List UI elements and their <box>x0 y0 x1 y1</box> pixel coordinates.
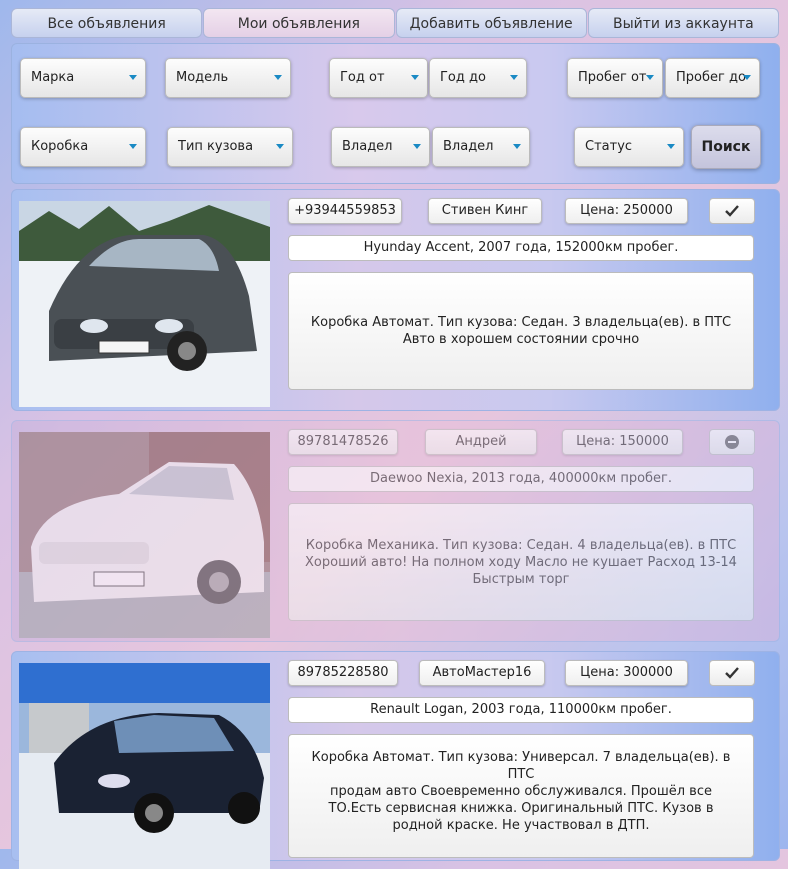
listing-card: 89781478526 Андрей Цена: 150000 Daewoo N… <box>11 420 780 642</box>
seller-label: Стивен Кинг <box>428 198 542 224</box>
year-from-select[interactable]: Год от <box>329 58 428 98</box>
listing-card: +93944559853 Стивен Кинг Цена: 250000 Hy… <box>11 189 780 411</box>
chevron-down-icon <box>274 75 282 80</box>
check-icon <box>725 205 739 217</box>
description-line: Коробка Автомат. Тип кузова: Универсал. … <box>311 750 731 782</box>
car-photo[interactable] <box>19 432 270 638</box>
description-line: Коробка Механика. Тип кузова: Седан. 4 в… <box>305 537 737 553</box>
chevron-down-icon <box>411 75 419 80</box>
tab-my-ads[interactable]: Мои объявления <box>203 8 395 38</box>
description-line: Коробка Автомат. Тип кузова: Седан. 3 вл… <box>310 315 732 330</box>
listing-title: Daewoo Nexia, 2013 года, 400000км пробег… <box>288 466 754 492</box>
check-icon <box>725 667 739 679</box>
gearbox-select[interactable]: Коробка <box>20 127 146 167</box>
listing-title: Renault Logan, 2003 года, 110000км пробе… <box>288 697 754 723</box>
price-label: Цена: 150000 <box>562 429 683 455</box>
seller-label: Андрей <box>425 429 537 455</box>
description-line: Авто в хорошем состоянии срочно <box>402 332 640 347</box>
tab-logout[interactable]: Выйти из аккаунта <box>587 8 779 38</box>
status-toggle-button[interactable] <box>709 660 755 686</box>
description-line: продам авто Своевременно обслуживался. П… <box>328 784 714 833</box>
chevron-down-icon <box>510 75 518 80</box>
chevron-down-icon <box>513 144 521 149</box>
price-label: Цена: 300000 <box>565 660 688 686</box>
filter-panel: Марка Модель Год от Год до Пробег от Про… <box>11 43 780 184</box>
phone-label: 89781478526 <box>288 429 398 455</box>
top-nav: Все объявления Мои объявления Добавить о… <box>11 8 780 40</box>
mileage-to-select[interactable]: Пробег до <box>665 58 760 98</box>
listing-title: Hyunday Accent, 2007 года, 152000км проб… <box>288 235 754 261</box>
owners-select-1[interactable]: Владел <box>331 127 430 167</box>
body-type-select[interactable]: Тип кузова <box>167 127 293 167</box>
listing-card: 89785228580 АвтоМастер16 Цена: 300000 Re… <box>11 651 780 869</box>
model-select[interactable]: Модель <box>165 58 291 98</box>
tab-all-ads[interactable]: Все объявления <box>11 8 203 38</box>
car-photo[interactable] <box>19 201 270 407</box>
price-label: Цена: 250000 <box>565 198 688 224</box>
owners-select-2[interactable]: Владел <box>432 127 530 167</box>
chevron-down-icon <box>667 144 675 149</box>
listing-description: Коробка Автомат. Тип кузова: Универсал. … <box>288 734 754 858</box>
chevron-down-icon <box>743 75 751 80</box>
year-to-select[interactable]: Год до <box>429 58 527 98</box>
status-select[interactable]: Статус <box>574 127 684 167</box>
search-button[interactable]: Поиск <box>691 125 761 169</box>
phone-label: 89785228580 <box>288 660 398 686</box>
brand-select[interactable]: Марка <box>20 58 146 98</box>
phone-label: +93944559853 <box>288 198 402 224</box>
listing-description: Коробка Механика. Тип кузова: Седан. 4 в… <box>288 503 754 621</box>
minus-circle-icon <box>725 435 739 449</box>
chevron-down-icon <box>646 75 654 80</box>
car-photo[interactable] <box>19 663 270 869</box>
chevron-down-icon <box>413 144 421 149</box>
chevron-down-icon <box>276 144 284 149</box>
description-line: Хороший авто! На полном ходу Масло не ку… <box>305 554 737 587</box>
mileage-from-select[interactable]: Пробег от <box>567 58 663 98</box>
seller-label: АвтоМастер16 <box>419 660 545 686</box>
chevron-down-icon <box>129 75 137 80</box>
status-toggle-button[interactable] <box>709 429 755 455</box>
status-toggle-button[interactable] <box>709 198 755 224</box>
listing-description: Коробка Автомат. Тип кузова: Седан. 3 вл… <box>288 272 754 390</box>
tab-add-ad[interactable]: Добавить объявление <box>395 8 587 38</box>
chevron-down-icon <box>129 144 137 149</box>
